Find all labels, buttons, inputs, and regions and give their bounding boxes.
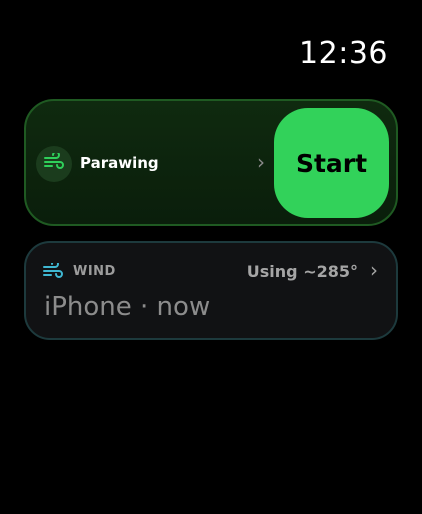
activity-icon-badge bbox=[36, 146, 72, 182]
wind-icon bbox=[42, 260, 64, 283]
wind-icon bbox=[43, 151, 65, 175]
wind-card[interactable]: WIND Using ~285° › iPhone · now bbox=[24, 241, 398, 340]
start-button[interactable]: Start bbox=[274, 108, 389, 218]
status-time: 12:36 bbox=[299, 36, 388, 71]
chevron-right-icon[interactable]: › bbox=[257, 152, 265, 172]
wind-subtitle: iPhone · now bbox=[44, 292, 211, 322]
chevron-right-icon[interactable]: › bbox=[370, 260, 378, 280]
wind-status: Using ~285° bbox=[246, 262, 358, 281]
workout-card[interactable]: Parawing › Start bbox=[24, 99, 398, 226]
activity-label: Parawing bbox=[80, 154, 159, 172]
wind-title: WIND bbox=[73, 264, 116, 279]
